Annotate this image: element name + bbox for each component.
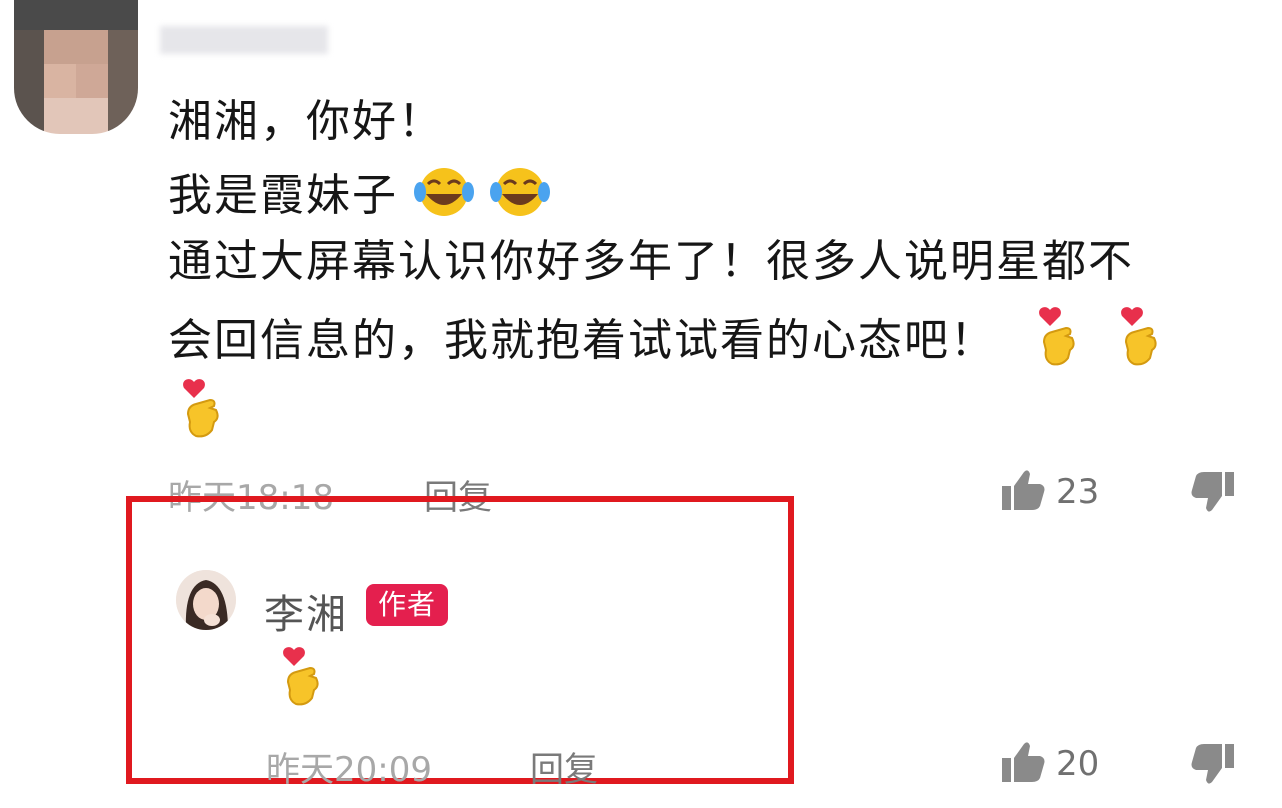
reply-like-count: 20 (1056, 744, 1100, 784)
comment-line-2-text: 我是霞妹子 (168, 170, 398, 221)
author-badge: 作者 (366, 584, 449, 626)
thumbs-down-icon[interactable] (1190, 742, 1236, 790)
comment-line-2: 我是霞妹子 (168, 166, 550, 230)
commenter-name-blurred[interactable] (160, 26, 328, 54)
highlight-box (126, 496, 794, 784)
comment-line-3: 通过大屏幕认识你好多年了！很多人说明星都不 (168, 236, 1134, 287)
tears-of-joy-emoji (414, 166, 474, 230)
comment-line-4: 会回信息的，我就抱着试试看的心态吧！ (168, 306, 1164, 380)
thumbs-up-icon[interactable] (1000, 468, 1046, 516)
comment-like-count: 23 (1056, 472, 1100, 512)
reply-timestamp: 昨天20:09 (266, 750, 432, 790)
reply-reply-button[interactable]: 回复 (530, 742, 598, 791)
finger-heart-emoji (176, 378, 226, 444)
comment-line-4-text: 会回信息的，我就抱着试试看的心态吧！ (168, 315, 996, 366)
thumbs-down-icon[interactable] (1190, 470, 1236, 518)
commenter-avatar[interactable] (14, 0, 138, 134)
tears-of-joy-emoji (490, 166, 550, 230)
author-name[interactable]: 李湘 (264, 582, 348, 640)
author-avatar[interactable] (176, 570, 236, 630)
comment-line-1: 湘湘，你好！ (168, 96, 444, 147)
finger-heart-emoji (276, 646, 326, 712)
thumbs-up-icon[interactable] (1000, 740, 1046, 788)
finger-heart-emoji (1114, 306, 1164, 380)
finger-heart-emoji (1032, 306, 1082, 380)
